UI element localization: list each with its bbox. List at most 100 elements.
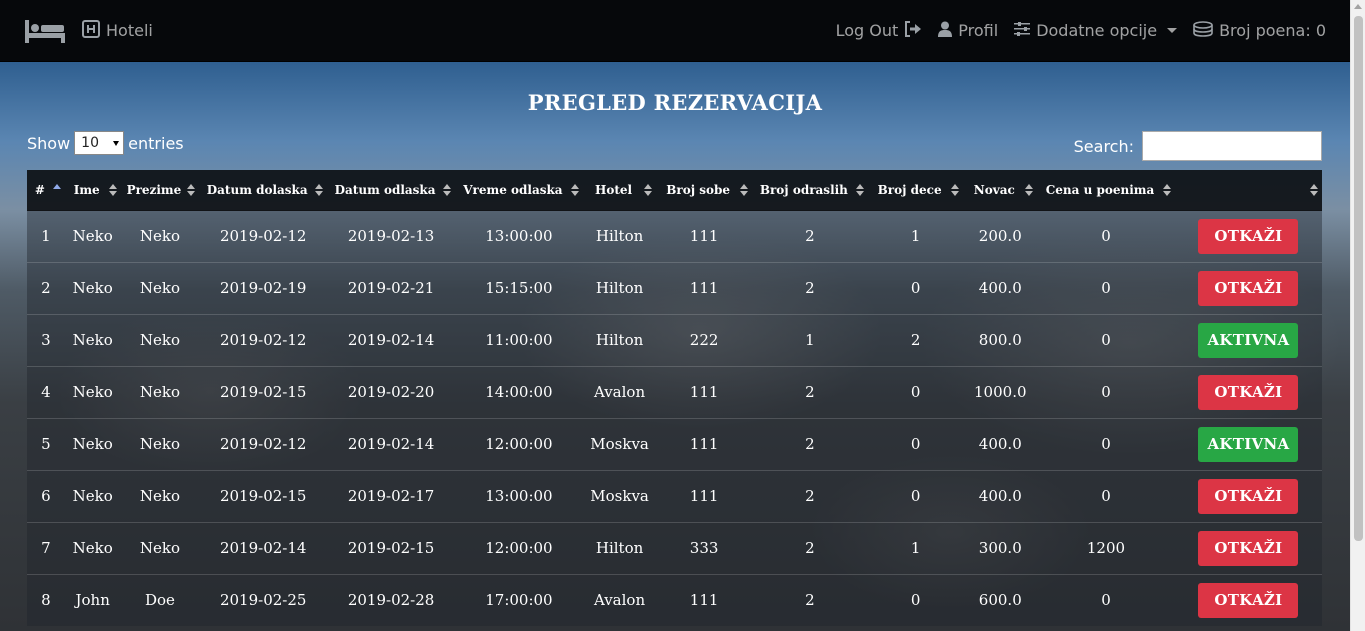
table-cell: Moskva <box>582 469 657 522</box>
bed-icon[interactable] <box>24 18 66 44</box>
table-row: 4 Neko Neko 2019-02-15 2019-02-20 14:00:00 Ava… <box>27 365 1322 418</box>
column-header[interactable]: Broj odraslih <box>751 170 868 211</box>
table-cell: 5 <box>27 417 65 470</box>
table-cell: 0 <box>867 469 964 522</box>
column-header[interactable]: Datum odlaska <box>327 170 456 211</box>
column-header-label: Broj odraslih <box>759 182 848 197</box>
search-input[interactable] <box>1142 131 1322 161</box>
table-cell: 0 <box>1037 417 1175 470</box>
coins-icon <box>1193 20 1213 41</box>
sort-icon <box>570 183 579 196</box>
cancel-reservation-button[interactable]: OTKAŽI <box>1198 374 1299 410</box>
table-cell: 4 <box>27 365 65 418</box>
cancel-reservation-button[interactable]: OTKAŽI <box>1198 582 1299 618</box>
column-header-label: Hotel <box>595 182 633 197</box>
table-cell: 1 <box>867 209 964 262</box>
table-cell: OTKAŽI <box>1174 365 1322 418</box>
table-cell: 13:00:00 <box>455 209 583 262</box>
table-cell: 2 <box>751 417 868 470</box>
table-row: 5 Neko Neko 2019-02-12 2019-02-14 12:00:00 Mos… <box>27 417 1322 470</box>
column-header[interactable]: Cena u poenima <box>1037 170 1175 211</box>
cancel-reservation-button[interactable]: OTKAŽI <box>1198 270 1299 306</box>
table-cell: 111 <box>656 417 752 470</box>
nav-hotels-link[interactable]: Hoteli <box>82 19 153 42</box>
column-header[interactable]: Hotel <box>582 170 657 211</box>
scroll-up-arrow-icon[interactable] <box>1354 4 1362 9</box>
table-cell: 0 <box>1037 469 1175 522</box>
table-cell: Hilton <box>582 313 657 366</box>
table-cell: 2019-02-28 <box>327 573 456 626</box>
table-cell: 111 <box>656 261 752 314</box>
sort-icon <box>187 183 196 196</box>
table-cell: Neko <box>120 313 200 366</box>
table-cell: 11:00:00 <box>455 313 583 366</box>
table-cell: Neko <box>64 261 121 314</box>
options-dropdown[interactable]: Dodatne opcije <box>1014 21 1178 40</box>
table-cell: 111 <box>656 469 752 522</box>
cancel-reservation-button[interactable]: OTKAŽI <box>1198 478 1299 514</box>
table-cell: 2 <box>751 521 868 574</box>
sort-icon <box>315 183 324 196</box>
cancel-reservation-button[interactable]: OTKAŽI <box>1198 530 1299 566</box>
table-cell: 2019-02-20 <box>327 365 456 418</box>
column-header[interactable]: # <box>27 170 65 211</box>
sort-icon <box>443 183 452 196</box>
table-cell: 3 <box>27 313 65 366</box>
entries-select[interactable]: 10 <box>74 131 125 155</box>
table-cell: 14:00:00 <box>455 365 583 418</box>
table-cell: OTKAŽI <box>1174 469 1322 522</box>
column-header-label: # <box>34 182 45 197</box>
options-label: Dodatne opcije <box>1036 21 1158 40</box>
column-header[interactable]: Ime <box>64 170 121 211</box>
sort-icon <box>52 183 61 196</box>
table-cell: 0 <box>1037 573 1175 626</box>
user-icon <box>938 21 953 41</box>
table-cell: Hilton <box>582 521 657 574</box>
page-scrollbar[interactable] <box>1350 0 1365 631</box>
table-cell: Avalon <box>582 573 657 626</box>
column-header-label: Datum odlaska <box>334 182 436 197</box>
table-cell: 400.0 <box>963 417 1038 470</box>
active-status-button[interactable]: AKTIVNA <box>1198 322 1299 358</box>
sort-icon <box>951 183 960 196</box>
cancel-reservation-button[interactable]: OTKAŽI <box>1198 218 1299 254</box>
table-cell: 2019-02-17 <box>327 469 456 522</box>
table-cell: 2 <box>751 573 868 626</box>
logout-link[interactable]: Log Out <box>836 20 923 41</box>
column-header-label: Ime <box>73 182 100 197</box>
column-header[interactable]: Broj dece <box>867 170 964 211</box>
entries-label: entries <box>128 133 184 153</box>
table-cell: OTKAŽI <box>1174 209 1322 262</box>
column-header[interactable]: Broj sobe <box>656 170 752 211</box>
table-body: 1 Neko Neko 2019-02-12 2019-02-13 13:00:00 Hil… <box>27 209 1322 626</box>
sort-icon <box>855 183 864 196</box>
column-header[interactable]: Vreme odlaska <box>455 170 583 211</box>
table-cell: 1 <box>751 313 868 366</box>
table-cell: 111 <box>656 365 752 418</box>
table-cell: Neko <box>120 417 200 470</box>
scrollbar-thumb[interactable] <box>1354 16 1363 541</box>
table-cell: 2 <box>27 261 65 314</box>
nav-right: Log Out Profil Dodatne opcije Broj poena… <box>836 20 1326 41</box>
column-header[interactable]: Novac <box>963 170 1038 211</box>
sign-out-icon <box>904 20 922 41</box>
table-cell: Hilton <box>582 209 657 262</box>
nav-left: Hoteli <box>24 18 153 44</box>
table-cell: Neko <box>64 365 121 418</box>
profile-link[interactable]: Profil <box>938 21 998 41</box>
reservations-table: # Ime Prezime Datum dolaska Datum odlaska Vre… <box>27 170 1322 626</box>
chevron-down-icon <box>1167 28 1178 33</box>
table-cell: Hilton <box>582 261 657 314</box>
column-header[interactable]: Prezime <box>120 170 200 211</box>
column-header[interactable] <box>1174 170 1322 211</box>
points-link[interactable]: Broj poena: 0 <box>1193 20 1326 41</box>
active-status-button[interactable]: AKTIVNA <box>1198 426 1299 462</box>
profile-label: Profil <box>958 21 999 40</box>
table-cell: 2 <box>751 365 868 418</box>
column-header[interactable]: Datum dolaska <box>199 170 328 211</box>
table-cell: John <box>64 573 121 626</box>
table-cell: 2 <box>867 313 964 366</box>
table-cell: 8 <box>27 573 65 626</box>
table-cell: Neko <box>64 209 121 262</box>
sort-icon <box>1025 183 1034 196</box>
